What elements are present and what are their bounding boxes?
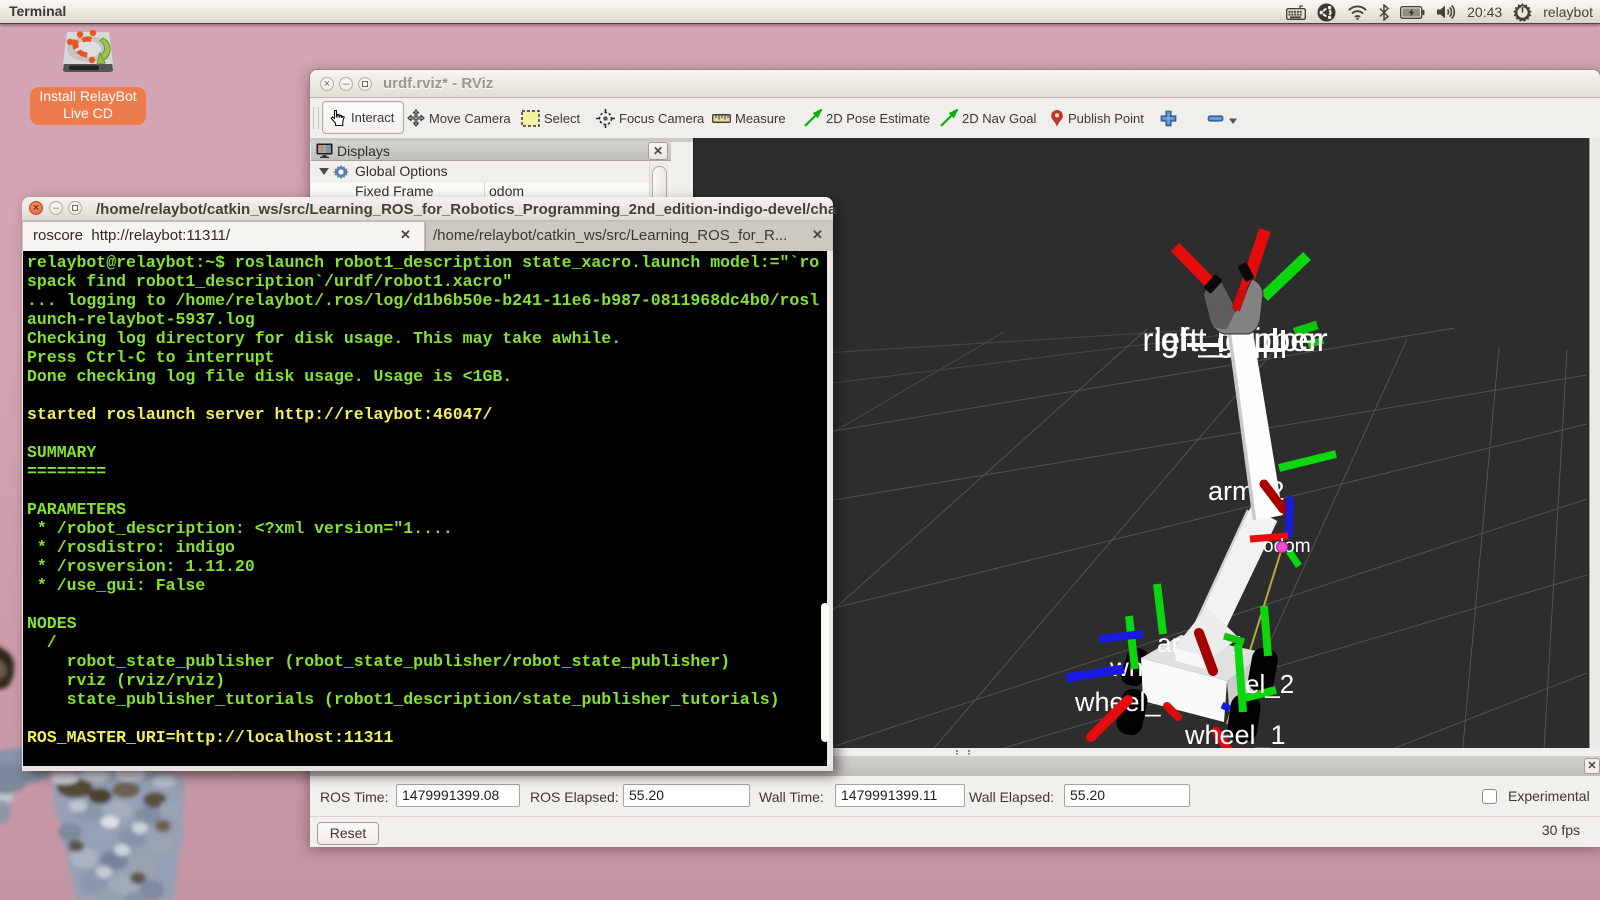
- svg-text:wheel_1: wheel_1: [1184, 720, 1286, 748]
- svg-text:el_2: el_2: [1245, 669, 1294, 699]
